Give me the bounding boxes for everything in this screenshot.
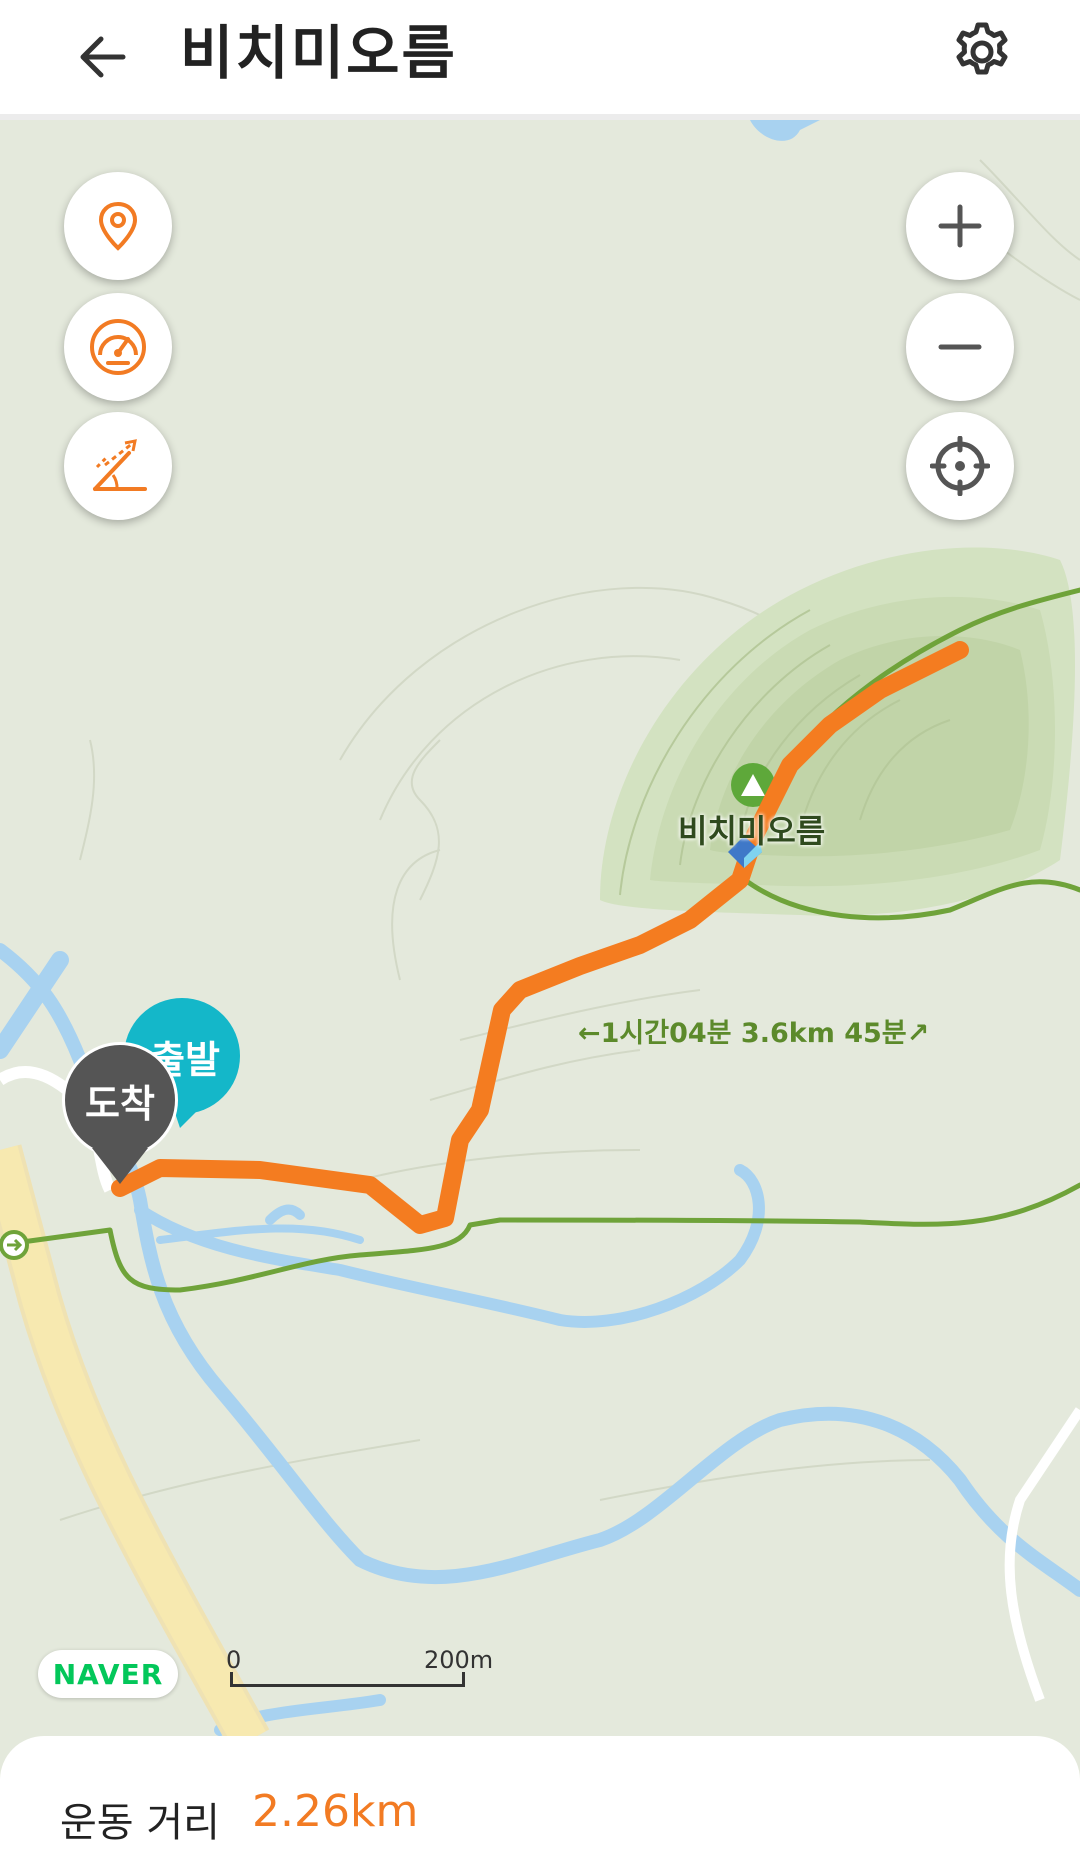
elevation-angle-icon (93, 439, 147, 491)
speedometer-icon (90, 319, 146, 375)
distance-label: 운동 거리 (60, 1800, 220, 1846)
bottom-sheet[interactable]: 운동 거리 2.26km (0, 1736, 1080, 1874)
speedometer-button[interactable] (64, 293, 172, 401)
settings-button[interactable] (942, 12, 1022, 92)
scale-bar (230, 1684, 464, 1687)
end-pin-label: 도착 (85, 1081, 155, 1126)
trail-label: ←1시간04분 3.6km 45분↗ (578, 1018, 930, 1049)
current-location-button[interactable] (906, 412, 1014, 520)
crosshair-icon (930, 436, 990, 496)
location-pin-icon (98, 201, 138, 251)
peak-label: 비치미오름 (678, 812, 826, 850)
plus-icon (938, 204, 982, 248)
arrow-left-icon (80, 36, 126, 78)
map-scale: 0 200m (226, 1646, 493, 1694)
zoom-in-button[interactable] (906, 172, 1014, 280)
location-pin-button[interactable] (64, 172, 172, 280)
top-bar: 비치미오름 (0, 0, 1080, 120)
scale-end-label: 200m (424, 1646, 494, 1674)
minus-icon (938, 344, 982, 350)
zoom-out-button[interactable] (906, 293, 1014, 401)
elevation-button[interactable] (64, 412, 172, 520)
end-pin-tail (92, 1148, 148, 1184)
map-view[interactable]: 비치미오름 ←1시간04분 3.6km 45분↗ 출발 도착 NAVER 0 2… (0, 120, 1080, 1740)
naver-logo: NAVER (38, 1650, 178, 1698)
gear-icon (956, 22, 1008, 75)
distance-value: 2.26km (252, 1786, 419, 1837)
back-button[interactable] (60, 14, 146, 100)
scale-start-label: 0 (226, 1646, 242, 1674)
page-title: 비치미오름 (180, 19, 457, 87)
end-pin[interactable]: 도착 (62, 1042, 178, 1158)
